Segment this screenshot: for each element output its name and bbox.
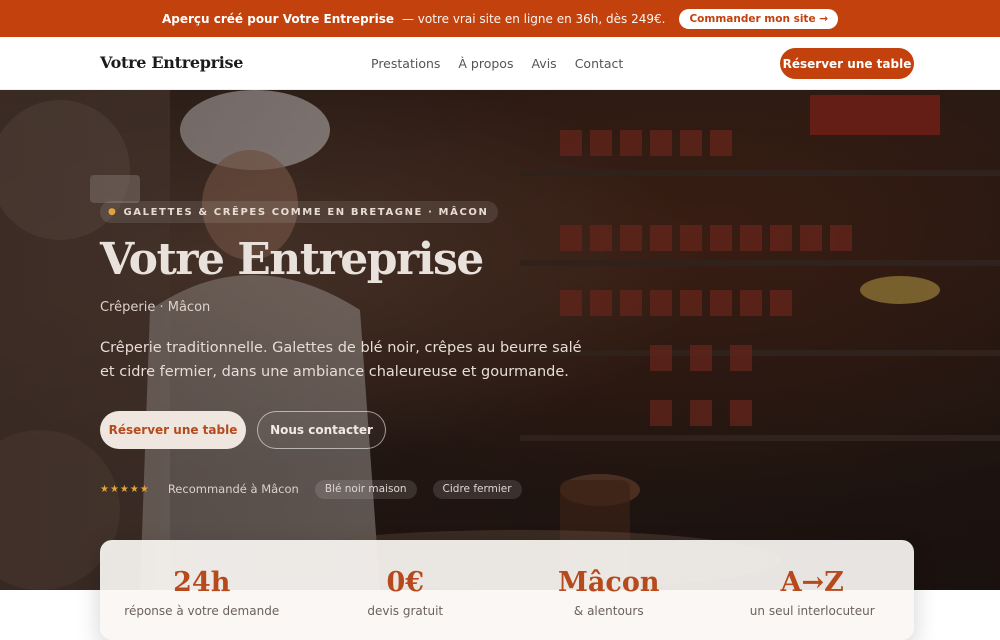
stat-item: Mâcon & alentours [507,540,711,640]
top-navigation: Votre Entreprise Prestations À propos Av… [0,37,1000,90]
hero-description: Crêperie traditionnelle. Galettes de blé… [100,340,582,380]
stat-value: Mâcon [558,567,660,598]
social-proof: ★★★★★ Recommandé à Mâcon Blé noir maison… [100,479,538,499]
nav-links: Prestations À propos Avis Contact [371,37,623,90]
hero-title: Votre Entreprise [100,234,484,285]
promo-bold-text: Aperçu créé pour Votre Entreprise [161,11,394,26]
stat-label: réponse à votre demande [124,604,280,618]
nav-link-prestations[interactable]: Prestations [371,56,440,71]
hero-contact-button[interactable]: Nous contacter [257,411,386,449]
brand-logo[interactable]: Votre Entreprise [100,53,243,72]
promo-text: — votre vrai site en ligne en 36h, dès 2… [401,11,666,26]
promo-banner: Aperçu créé pour Votre Entreprise — votr… [0,0,1000,37]
stat-item: 24h réponse à votre demande [100,540,304,640]
stat-value: A→Z [780,567,844,598]
order-site-button[interactable]: Commander mon site → [679,8,839,29]
stat-item: 0€ devis gratuit [304,540,508,640]
nav-link-contact[interactable]: Contact [575,56,624,71]
hero-book-table-button[interactable]: Réserver une table [100,411,246,449]
chip-ble-noir: Blé noir maison [314,479,417,499]
nav-link-avis[interactable]: Avis [531,56,556,71]
stats-panel: 24h réponse à votre demande 0€ devis gra… [100,540,914,640]
star-rating-icon: ★★★★★ [100,483,150,495]
hero-section: ● GALETTES & CRÊPES COMME EN BRETAGNE · … [0,90,1000,590]
hero-subtitle: Crêperie · Mâcon [100,300,211,315]
stat-label: devis gratuit [367,604,444,618]
stat-label: & alentours [573,604,644,618]
stat-label: un seul interlocuteur [749,604,875,618]
hero-eyebrow: ● GALETTES & CRÊPES COMME EN BRETAGNE · … [100,201,499,223]
chip-cidre: Cidre fermier [432,479,522,499]
nav-book-table-button[interactable]: Réserver une table [780,48,914,79]
stat-value: 24h [173,567,231,598]
nav-link-a-propos[interactable]: À propos [458,56,513,71]
proof-text: Recommandé à Mâcon [167,482,299,496]
bullet-icon: ● [108,207,118,217]
stat-item: A→Z un seul interlocuteur [711,540,915,640]
hero-eyebrow-text: GALETTES & CRÊPES COMME EN BRETAGNE · MÂ… [123,206,489,218]
stat-value: 0€ [386,567,425,598]
